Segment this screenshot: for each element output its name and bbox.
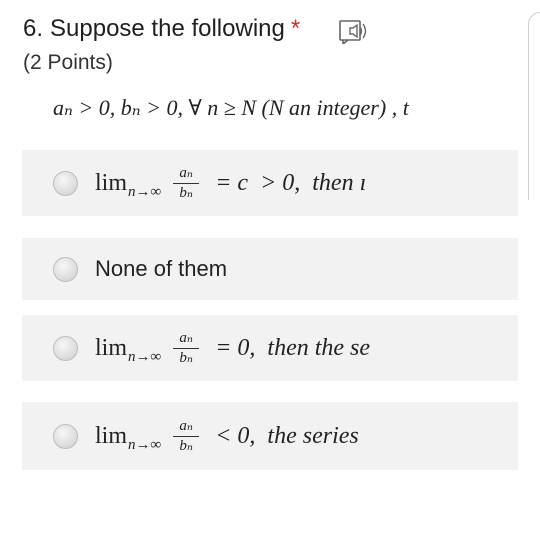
option-3-text: lim n→∞ aₙ bₙ = 0, then the se	[95, 330, 370, 367]
fraction: aₙ bₙ	[173, 329, 200, 367]
option-1-text: lim n→∞ aₙ bₙ = c > 0, then ı	[95, 165, 366, 202]
fraction: aₙ bₙ	[173, 164, 200, 202]
option-3-rest: = 0, then the se	[209, 334, 371, 361]
denominator: bₙ	[179, 184, 194, 201]
fraction: aₙ bₙ	[173, 417, 200, 455]
speaker-icon[interactable]	[338, 18, 372, 44]
denominator: bₙ	[179, 437, 194, 454]
option-2-text: None of them	[95, 256, 228, 281]
required-asterisk: *	[290, 15, 301, 42]
numerator: aₙ	[179, 164, 194, 181]
answer-option-4[interactable]: lim n→∞ aₙ bₙ < 0, the series	[22, 402, 518, 470]
lim-subscript: n→∞	[128, 436, 162, 453]
question-prompt: aₙ > 0, bₙ > 0, ∀ n ≥ N (N an integer) ,…	[53, 94, 523, 122]
question-title: 6. Suppose the following *	[23, 14, 300, 44]
option-4-rest: < 0, the series	[209, 422, 359, 449]
lim-label: lim	[95, 422, 128, 449]
radio-button[interactable]	[53, 170, 78, 196]
radio-button[interactable]	[53, 335, 78, 361]
numerator: aₙ	[179, 417, 194, 434]
numerator: aₙ	[179, 329, 194, 346]
option-1-rest: = c > 0, then ı	[209, 169, 367, 196]
radio-button[interactable]	[53, 423, 78, 449]
question-number: 6.	[23, 15, 44, 42]
lim-subscript: n→∞	[128, 348, 162, 365]
radio-button[interactable]	[53, 256, 78, 282]
prompt-math: aₙ > 0, bₙ > 0, ∀ n ≥ N (N an integer) ,…	[53, 95, 409, 120]
answer-option-2[interactable]: None of them	[22, 238, 518, 300]
answer-option-1[interactable]: lim n→∞ aₙ bₙ = c > 0, then ı	[22, 150, 518, 216]
answer-option-3[interactable]: lim n→∞ aₙ bₙ = 0, then the se	[22, 315, 518, 381]
question-text: Suppose the following	[50, 15, 285, 42]
lim-subscript: n→∞	[128, 183, 162, 200]
denominator: bₙ	[179, 349, 194, 366]
lim-label: lim	[95, 169, 128, 196]
lim-label: lim	[95, 334, 128, 361]
scroll-container-edge	[528, 12, 540, 200]
option-4-text: lim n→∞ aₙ bₙ < 0, the series	[95, 418, 359, 455]
question-points: (2 Points)	[23, 51, 113, 74]
